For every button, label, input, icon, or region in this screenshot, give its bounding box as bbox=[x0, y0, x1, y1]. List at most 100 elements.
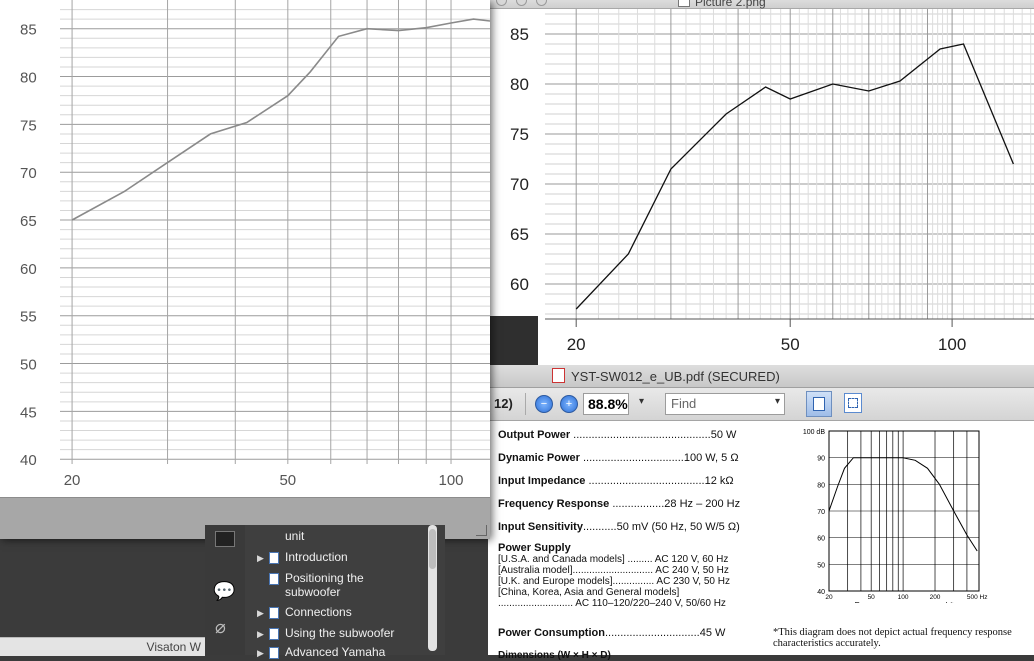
x-tick-label: 20 bbox=[64, 472, 81, 489]
frequency-response-graph-left: 85 80 75 70 65 60 55 50 45 40 20 50 100 bbox=[0, 0, 490, 497]
zoom-level-field[interactable]: 88.8% bbox=[583, 393, 629, 415]
small-graph-caption: Frequency response graph* bbox=[855, 601, 954, 603]
y-tick-label: 70 bbox=[20, 165, 37, 182]
y-tick-label: 80 bbox=[20, 70, 37, 87]
small-x-tick-label: 200 bbox=[930, 594, 941, 601]
image-window-title: Picture 2.png bbox=[678, 0, 766, 9]
background-window-label: Visaton W bbox=[146, 640, 201, 654]
small-y-tick-label: 90 bbox=[817, 456, 825, 463]
thumbnail-panel-icon[interactable] bbox=[215, 531, 235, 547]
toolbar-divider bbox=[525, 393, 526, 415]
bookmarks-panel: unit ▶ Introduction Positioning the subwoof… bbox=[245, 525, 445, 659]
disclosure-triangle-icon[interactable]: ▶ bbox=[257, 629, 269, 640]
x-tick-label: 100 bbox=[938, 335, 966, 354]
fit-page-button[interactable] bbox=[844, 393, 862, 413]
y-tick-label: 55 bbox=[20, 309, 37, 326]
bookmark-page-icon bbox=[269, 627, 279, 640]
find-dropdown-arrow-icon[interactable]: ▾ bbox=[775, 396, 780, 407]
small-y-tick-label: 70 bbox=[817, 509, 825, 516]
power-supply-line: [U.K. and Europe models]............... … bbox=[498, 576, 730, 587]
pdf-file-icon bbox=[552, 368, 565, 383]
bookmark-page-icon bbox=[269, 572, 279, 585]
page-number-fragment: 12) bbox=[494, 396, 513, 411]
bookmark-item[interactable]: ▶ Using the subwoofer bbox=[257, 626, 394, 640]
power-supply-line: [China, Korea, Asia and General models] bbox=[498, 587, 680, 598]
bookmark-page-icon bbox=[269, 606, 279, 619]
x-tick-label: 20 bbox=[567, 335, 586, 354]
small-frequency-response-graph: 100 dB 90 80 70 60 50 4020 50 100 200 500 Hz Freque… bbox=[803, 429, 988, 603]
y-tick-label: 65 bbox=[510, 225, 529, 244]
small-y-tick-label: 100 dB bbox=[803, 429, 826, 436]
power-supply-line: [U.S.A. and Canada models] ......... AC … bbox=[498, 554, 729, 565]
single-page-view-button[interactable] bbox=[806, 391, 832, 417]
minimize-window-button[interactable] bbox=[516, 0, 527, 6]
pdf-title-text: YST-SW012_e_UB.pdf (SECURED) bbox=[571, 369, 780, 384]
power-supply-line: [Australia model].......................… bbox=[498, 565, 729, 576]
small-y-tick-label: 80 bbox=[817, 482, 825, 489]
pdf-window-title: YST-SW012_e_UB.pdf (SECURED) bbox=[552, 368, 780, 384]
close-window-button[interactable] bbox=[496, 0, 507, 6]
small-x-tick-label: 500 Hz bbox=[967, 594, 988, 601]
resize-grip-icon[interactable] bbox=[476, 525, 487, 536]
disclosure-triangle-icon[interactable]: ▶ bbox=[257, 553, 269, 564]
bookmark-label: Using the subwoofer bbox=[285, 626, 395, 640]
bookmark-item[interactable]: ▶ Advanced Yamaha bbox=[257, 645, 385, 659]
zoom-out-button[interactable]: − bbox=[535, 395, 553, 413]
small-x-tick-label: 20 bbox=[825, 594, 833, 601]
image-window-titlebar[interactable]: Picture 2.png bbox=[488, 0, 1034, 9]
pdf-page-content: Output Power ...........................… bbox=[488, 421, 1034, 661]
y-tick-label: 50 bbox=[20, 357, 37, 374]
disclosure-triangle-icon[interactable]: ▶ bbox=[257, 648, 269, 659]
small-y-tick-label: 50 bbox=[817, 562, 825, 569]
attachments-icon[interactable]: ⌀ bbox=[215, 617, 226, 638]
bookmark-item[interactable]: unit bbox=[257, 529, 304, 543]
x-tick-label: 50 bbox=[279, 472, 296, 489]
fit-page-icon bbox=[848, 398, 858, 408]
find-input[interactable]: Find bbox=[665, 393, 785, 415]
spec-row: Input Impedance ........................… bbox=[498, 475, 734, 487]
power-consumption-row: Power Consumption.......................… bbox=[498, 627, 726, 639]
image-window-side-panel bbox=[488, 316, 538, 365]
x-tick-label: 100 bbox=[439, 472, 464, 489]
bookmark-item[interactable]: Positioning the subwoofer bbox=[257, 571, 395, 599]
small-x-tick-label: 100 bbox=[898, 594, 909, 601]
zoom-window-button[interactable] bbox=[536, 0, 547, 6]
y-tick-label: 85 bbox=[20, 22, 37, 39]
scroll-thumb[interactable] bbox=[429, 529, 436, 569]
y-tick-label: 65 bbox=[20, 213, 37, 230]
y-tick-label: 75 bbox=[20, 117, 37, 134]
bookmark-label: unit bbox=[285, 529, 305, 543]
pdf-viewer-window: YST-SW012_e_UB.pdf (SECURED) 12) − + 88.… bbox=[488, 365, 1034, 661]
y-tick-label: 75 bbox=[510, 125, 529, 144]
pdf-toolbar: 12) − + 88.8% ▾ Find ▾ bbox=[488, 388, 1034, 421]
spec-row: Input Sensitivity...........50 mV (50 Hz… bbox=[498, 521, 740, 533]
disclosure-triangle-icon[interactable]: ▶ bbox=[257, 608, 269, 619]
small-y-tick-label: 40 bbox=[817, 589, 825, 596]
zoom-dropdown-arrow-icon[interactable]: ▾ bbox=[639, 396, 644, 407]
power-supply-label: Power Supply bbox=[498, 542, 571, 554]
y-tick-label: 80 bbox=[510, 75, 529, 94]
y-tick-label: 60 bbox=[20, 261, 37, 278]
spec-row: Dynamic Power ..........................… bbox=[498, 452, 739, 464]
spec-row: Output Power ...........................… bbox=[498, 429, 737, 441]
pdf-window-titlebar[interactable]: YST-SW012_e_UB.pdf (SECURED) bbox=[488, 365, 1034, 388]
bookmarks-scrollbar[interactable] bbox=[428, 525, 437, 651]
spec-row: Frequency Response .................28 H… bbox=[498, 498, 741, 510]
left-graph-window: 85 80 75 70 65 60 55 50 45 40 20 50 100 bbox=[0, 0, 490, 539]
bookmark-label: Connections bbox=[285, 605, 352, 619]
page-view-icon bbox=[813, 397, 825, 411]
image-title-text: Picture 2.png bbox=[695, 0, 766, 9]
comments-icon[interactable]: 💬 bbox=[213, 581, 235, 602]
bookmark-item[interactable]: ▶ Connections bbox=[257, 605, 352, 619]
bookmark-label: Positioning the subwoofer bbox=[285, 571, 364, 599]
frequency-response-graph-large: 85 80 75 70 65 60 20 50 100 bbox=[488, 9, 1034, 365]
small-y-tick-label: 60 bbox=[817, 536, 825, 543]
bookmark-item[interactable]: ▶ Introduction bbox=[257, 550, 348, 564]
zoom-in-button[interactable]: + bbox=[560, 395, 578, 413]
image-file-icon bbox=[678, 0, 690, 7]
power-supply-line: ........................... AC 110–120/2… bbox=[498, 598, 726, 609]
bookmark-page-icon bbox=[269, 551, 279, 564]
pdf-sidebar-tool-column: 💬 ⌀ bbox=[205, 525, 245, 655]
bookmark-label: Advanced Yamaha bbox=[285, 645, 386, 659]
background-window-strip: Visaton W bbox=[0, 637, 205, 656]
